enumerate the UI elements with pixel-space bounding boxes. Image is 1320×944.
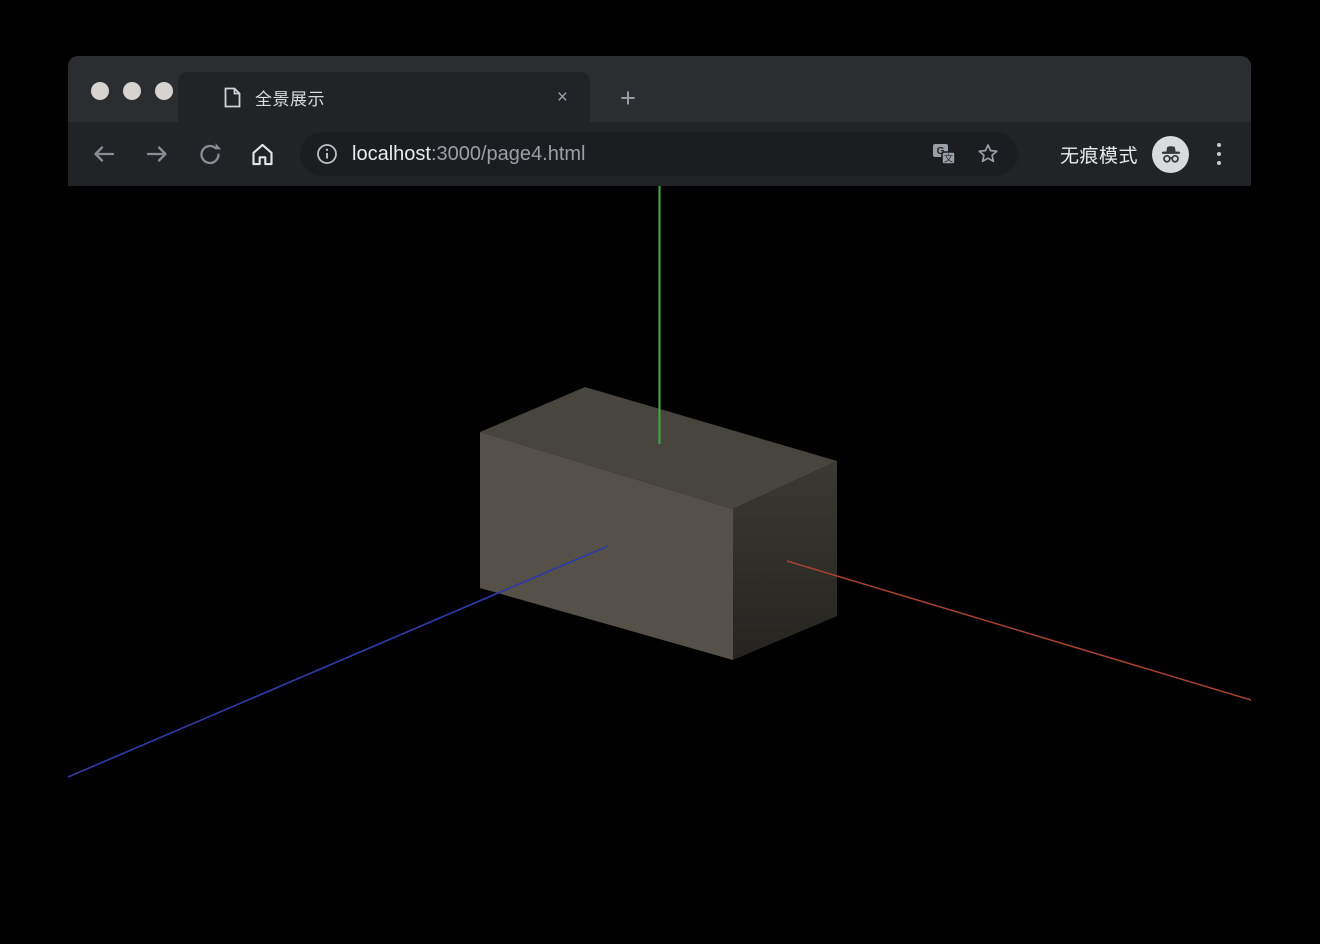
browser-menu-button[interactable]: [1209, 143, 1229, 165]
home-icon: [251, 143, 273, 165]
3d-scene-canvas[interactable]: [68, 186, 1251, 944]
active-tab[interactable]: 全景展示 ×: [178, 72, 590, 122]
translate-icon[interactable]: G 文: [932, 142, 956, 166]
tab-close-icon[interactable]: ×: [557, 88, 568, 107]
url-text[interactable]: localhost:3000/page4.html: [352, 143, 932, 166]
url-host: localhost: [352, 142, 431, 165]
reload-button[interactable]: [195, 139, 225, 169]
menu-dot: [1217, 152, 1221, 156]
window-minimize-button[interactable]: [123, 82, 141, 100]
page-favicon-icon: [224, 87, 241, 107]
x-axis-line: [786, 560, 1251, 701]
browser-toolbar: localhost:3000/page4.html G 文 无痕模式: [68, 122, 1251, 186]
menu-dot: [1217, 161, 1221, 165]
svg-text:文: 文: [944, 153, 953, 164]
incognito-mode-label: 无痕模式: [1059, 145, 1138, 167]
tab-title: 全景展示: [255, 89, 325, 109]
back-arrow-icon: [94, 146, 115, 162]
menu-dot: [1217, 143, 1221, 147]
incognito-avatar[interactable]: [1152, 135, 1189, 173]
url-path: :3000/page4.html: [430, 142, 586, 165]
address-bar[interactable]: localhost:3000/page4.html G 文: [300, 132, 1018, 176]
incognito-icon: [1161, 146, 1180, 163]
site-info-icon[interactable]: [316, 143, 338, 165]
tab-strip: 全景展示 × +: [68, 56, 1251, 122]
forward-arrow-icon: [146, 146, 167, 162]
back-button[interactable]: [89, 139, 119, 169]
new-tab-button[interactable]: +: [613, 83, 643, 113]
forward-button[interactable]: [142, 139, 172, 169]
browser-window: 全景展示 × + localhost:3000/page4.html G 文 无…: [68, 56, 1251, 944]
z-axis-line: [68, 545, 609, 778]
page-content: [68, 186, 1251, 944]
toolbar-right-section: 无痕模式: [1060, 122, 1237, 186]
bookmark-star-icon[interactable]: [976, 142, 1000, 166]
window-controls: [91, 82, 173, 100]
home-button[interactable]: [247, 139, 277, 169]
window-close-button[interactable]: [91, 82, 109, 100]
reload-icon: [200, 143, 222, 165]
window-zoom-button[interactable]: [155, 82, 173, 100]
